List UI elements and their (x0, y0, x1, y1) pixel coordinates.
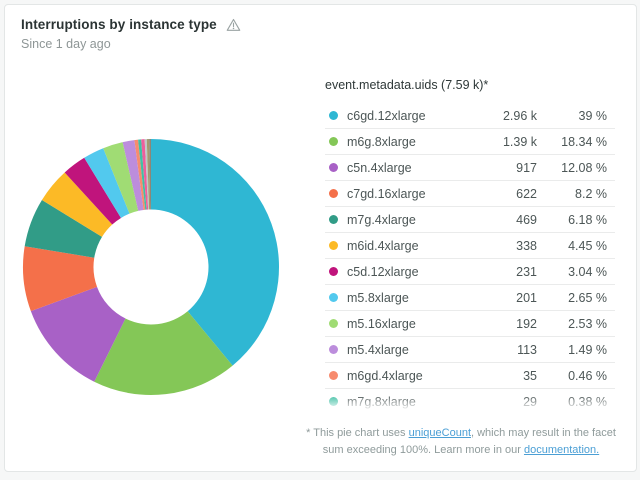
legend-panel: event.metadata.uids (7.59 k)* c6gd.12xla… (325, 78, 615, 409)
series-count: 917 (465, 161, 537, 175)
legend-row[interactable]: c7gd.16xlarge6228.2 % (325, 181, 615, 207)
series-count: 192 (465, 317, 537, 331)
legend-row[interactable]: c5n.4xlarge91712.08 % (325, 155, 615, 181)
legend-header: event.metadata.uids (7.59 k)* (325, 78, 615, 92)
series-label: m7g.4xlarge (347, 213, 465, 227)
series-label: m5.4xlarge (347, 343, 465, 357)
series-count: 2.96 k (465, 109, 537, 123)
series-count: 29 (465, 395, 537, 409)
warning-triangle-icon[interactable] (226, 18, 241, 32)
series-color-dot (329, 189, 338, 198)
footnote: * This pie chart uses uniqueCount, which… (305, 425, 617, 459)
series-label: m7g.8xlarge (347, 395, 465, 409)
series-label: c7gd.16xlarge (347, 187, 465, 201)
page-background: Interruptions by instance type Since 1 d… (0, 0, 640, 480)
series-label: m6g.8xlarge (347, 135, 465, 149)
series-percent: 0.46 % (537, 369, 607, 383)
chart-widget-card: Interruptions by instance type Since 1 d… (4, 4, 637, 472)
series-percent: 0.38 % (537, 395, 607, 409)
series-color-dot (329, 111, 338, 120)
series-percent: 12.08 % (537, 161, 607, 175)
legend-row[interactable]: m5.8xlarge2012.65 % (325, 285, 615, 311)
series-count: 113 (465, 343, 537, 357)
legend-table: c6gd.12xlarge2.96 k39 %m6g.8xlarge1.39 k… (325, 103, 615, 409)
donut-chart[interactable] (11, 127, 291, 407)
legend-row[interactable]: m7g.8xlarge290.38 % (325, 389, 615, 409)
widget-title: Interruptions by instance type (21, 17, 217, 32)
series-color-dot (329, 163, 338, 172)
documentation-link[interactable]: documentation. (524, 444, 599, 456)
legend-row[interactable]: c6gd.12xlarge2.96 k39 % (325, 103, 615, 129)
series-label: c5n.4xlarge (347, 161, 465, 175)
series-count: 1.39 k (465, 135, 537, 149)
uniquecount-link[interactable]: uniqueCount (409, 427, 471, 439)
series-label: m5.8xlarge (347, 291, 465, 305)
series-color-dot (329, 267, 338, 276)
legend-row[interactable]: m5.4xlarge1131.49 % (325, 337, 615, 363)
legend-row[interactable]: c5d.12xlarge2313.04 % (325, 259, 615, 285)
series-label: m6id.4xlarge (347, 239, 465, 253)
series-percent: 1.49 % (537, 343, 607, 357)
series-label: c5d.12xlarge (347, 265, 465, 279)
series-label: m5.16xlarge (347, 317, 465, 331)
series-color-dot (329, 241, 338, 250)
series-percent: 4.45 % (537, 239, 607, 253)
series-label: m6gd.4xlarge (347, 369, 465, 383)
series-color-dot (329, 397, 338, 406)
series-color-dot (329, 137, 338, 146)
series-color-dot (329, 319, 338, 328)
series-count: 338 (465, 239, 537, 253)
series-percent: 18.34 % (537, 135, 607, 149)
series-count: 622 (465, 187, 537, 201)
widget-header: Interruptions by instance type Since 1 d… (21, 17, 241, 51)
legend-row[interactable]: m6gd.4xlarge350.46 % (325, 363, 615, 389)
series-label: c6gd.12xlarge (347, 109, 465, 123)
legend-row[interactable]: m7g.4xlarge4696.18 % (325, 207, 615, 233)
series-percent: 6.18 % (537, 213, 607, 227)
series-color-dot (329, 215, 338, 224)
series-percent: 2.65 % (537, 291, 607, 305)
legend-row[interactable]: m6g.8xlarge1.39 k18.34 % (325, 129, 615, 155)
time-range-label: Since 1 day ago (21, 37, 241, 51)
series-count: 201 (465, 291, 537, 305)
legend-row[interactable]: m5.16xlarge1922.53 % (325, 311, 615, 337)
footnote-text: * This pie chart uses (306, 427, 409, 439)
series-count: 231 (465, 265, 537, 279)
legend-row[interactable]: m6id.4xlarge3384.45 % (325, 233, 615, 259)
series-percent: 2.53 % (537, 317, 607, 331)
series-percent: 39 % (537, 109, 607, 123)
series-color-dot (329, 371, 338, 380)
series-color-dot (329, 293, 338, 302)
series-count: 35 (465, 369, 537, 383)
series-color-dot (329, 345, 338, 354)
series-percent: 3.04 % (537, 265, 607, 279)
series-percent: 8.2 % (537, 187, 607, 201)
series-count: 469 (465, 213, 537, 227)
